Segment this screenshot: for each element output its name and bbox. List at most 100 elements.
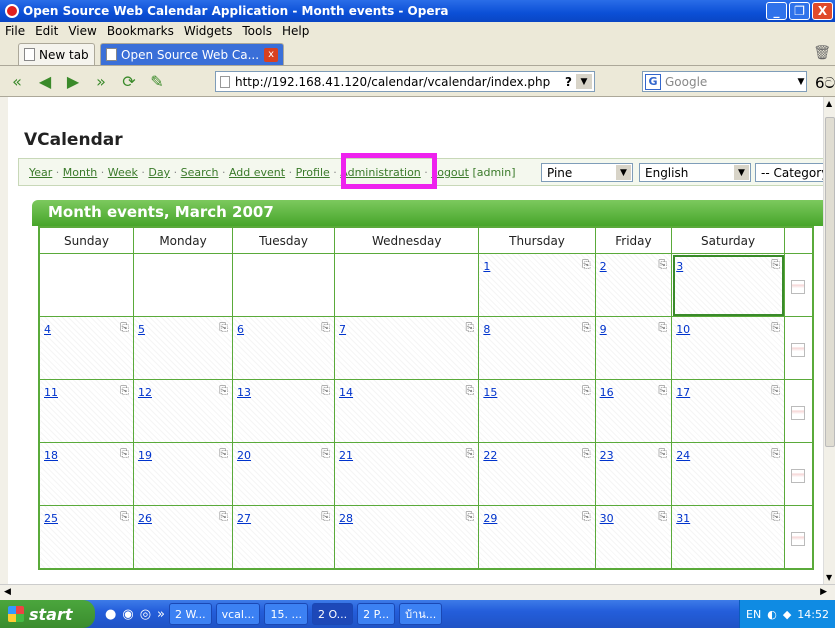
tab-calendar[interactable]: Open Source Web Ca... x xyxy=(100,43,285,65)
calendar-day-cell[interactable]: 7 ⎘ xyxy=(334,316,480,380)
media-icon[interactable]: ● xyxy=(105,607,116,622)
back-icon[interactable]: ◀ xyxy=(34,70,56,92)
add-event-icon[interactable]: ⎘ xyxy=(658,447,667,461)
menu-bookmarks[interactable]: Bookmarks xyxy=(107,24,174,38)
day-number-link[interactable]: 9 xyxy=(600,323,607,336)
scroll-left-icon[interactable]: ◀ xyxy=(4,587,11,597)
calendar-day-cell[interactable] xyxy=(232,253,336,317)
scroll-down-icon[interactable]: ▼ xyxy=(826,573,832,582)
maximize-button[interactable]: ❐ xyxy=(789,2,810,20)
add-event-icon[interactable]: ⎘ xyxy=(771,447,780,461)
language-select[interactable]: English ▼ xyxy=(639,163,751,182)
day-number-link[interactable]: 25 xyxy=(44,512,58,525)
calendar-day-cell[interactable]: 22 ⎘ xyxy=(478,442,596,506)
start-button[interactable]: start xyxy=(0,600,95,628)
calendar-day-cell[interactable]: 19 ⎘ xyxy=(132,442,234,506)
add-event-icon[interactable]: ⎘ xyxy=(120,510,129,524)
calendar-day-cell[interactable]: 26 ⎘ xyxy=(132,505,234,569)
day-number-link[interactable]: 7 xyxy=(339,323,346,336)
add-event-icon[interactable]: ⎘ xyxy=(771,321,780,335)
day-number-link[interactable]: 24 xyxy=(676,449,690,462)
week-calendar-icon[interactable] xyxy=(791,343,805,357)
scroll-up-icon[interactable]: ▲ xyxy=(826,99,832,108)
trash-icon[interactable]: 🗑 xyxy=(813,45,831,61)
menu-edit[interactable]: Edit xyxy=(35,24,58,38)
week-calendar-icon[interactable] xyxy=(791,532,805,546)
menu-help[interactable]: Help xyxy=(282,24,309,38)
day-number-link[interactable]: 20 xyxy=(237,449,251,462)
add-event-icon[interactable]: ⎘ xyxy=(321,384,330,398)
style-select[interactable]: Pine ▼ xyxy=(541,163,633,182)
add-event-icon[interactable]: ⎘ xyxy=(321,321,330,335)
calendar-day-cell[interactable]: 30 ⎘ xyxy=(594,505,673,569)
taskbar-item-programs[interactable]: 2 P... xyxy=(357,603,396,625)
day-number-link[interactable]: 18 xyxy=(44,449,58,462)
add-event-icon[interactable]: ⎘ xyxy=(658,384,667,398)
day-number-link[interactable]: 29 xyxy=(483,512,497,525)
calendar-day-cell[interactable]: 29 ⎘ xyxy=(478,505,596,569)
add-event-icon[interactable]: ⎘ xyxy=(219,321,228,335)
add-event-icon[interactable]: ⎘ xyxy=(582,258,591,272)
network-icon[interactable]: ◐ xyxy=(767,608,777,621)
edit-icon[interactable]: ✎ xyxy=(146,70,168,92)
add-event-icon[interactable]: ⎘ xyxy=(658,258,667,272)
calendar-day-cell[interactable]: 4 ⎘ xyxy=(39,316,134,380)
calendar-day-cell[interactable]: 8 ⎘ xyxy=(478,316,596,380)
calendar-day-cell[interactable]: 9 ⎘ xyxy=(594,316,673,380)
reload-icon[interactable]: ⟳ xyxy=(118,70,140,92)
week-calendar-icon[interactable] xyxy=(791,469,805,483)
add-event-icon[interactable]: ⎘ xyxy=(466,384,475,398)
calendar-day-cell[interactable]: 28 ⎘ xyxy=(334,505,480,569)
calendar-day-cell[interactable]: 17 ⎘ xyxy=(671,379,785,443)
day-number-link[interactable]: 16 xyxy=(600,386,614,399)
calendar-day-cell[interactable]: 3 ⎘ xyxy=(671,253,785,317)
vertical-scrollbar[interactable]: ▲ ▼ xyxy=(823,97,835,584)
calendar-day-cell[interactable]: 18 ⎘ xyxy=(39,442,134,506)
day-number-link[interactable]: 1 xyxy=(483,260,490,273)
forward-icon[interactable]: ▶ xyxy=(62,70,84,92)
day-number-link[interactable]: 10 xyxy=(676,323,690,336)
day-number-link[interactable]: 6 xyxy=(237,323,244,336)
browser-icon[interactable]: ◉ xyxy=(122,607,133,622)
chevron-down-icon[interactable]: ▼ xyxy=(576,74,592,89)
day-number-link[interactable]: 31 xyxy=(676,512,690,525)
day-number-link[interactable]: 14 xyxy=(339,386,353,399)
add-event-icon[interactable]: ⎘ xyxy=(120,321,129,335)
add-event-icon[interactable]: ⎘ xyxy=(120,447,129,461)
calendar-day-cell[interactable] xyxy=(132,253,234,317)
day-number-link[interactable]: 23 xyxy=(600,449,614,462)
taskbar-item-paint[interactable]: 15. ... xyxy=(264,603,308,625)
calendar-day-cell[interactable]: 12 ⎘ xyxy=(132,379,234,443)
calendar-day-cell[interactable]: 5 ⎘ xyxy=(132,316,234,380)
week-calendar-icon[interactable] xyxy=(791,280,805,294)
add-event-icon[interactable]: ⎘ xyxy=(321,510,330,524)
fast-forward-icon[interactable]: » xyxy=(90,70,112,92)
menu-file[interactable]: File xyxy=(5,24,25,38)
calendar-day-cell[interactable]: 14 ⎘ xyxy=(334,379,480,443)
add-event-icon[interactable]: ⎘ xyxy=(466,321,475,335)
calendar-day-cell[interactable]: 20 ⎘ xyxy=(232,442,336,506)
day-number-link[interactable]: 21 xyxy=(339,449,353,462)
tab-close-icon[interactable]: x xyxy=(264,47,279,62)
add-event-icon[interactable]: ⎘ xyxy=(771,258,780,272)
nav-week[interactable]: Week xyxy=(108,166,138,179)
calendar-day-cell[interactable] xyxy=(334,253,480,317)
day-number-link[interactable]: 28 xyxy=(339,512,353,525)
calendar-day-cell[interactable]: 16 ⎘ xyxy=(594,379,673,443)
day-number-link[interactable]: 13 xyxy=(237,386,251,399)
menu-widgets[interactable]: Widgets xyxy=(184,24,233,38)
add-event-icon[interactable]: ⎘ xyxy=(771,510,780,524)
add-event-icon[interactable]: ⎘ xyxy=(321,447,330,461)
add-event-icon[interactable]: ⎘ xyxy=(771,384,780,398)
scroll-right-icon[interactable]: ▶ xyxy=(820,587,827,597)
more-chevron-icon[interactable]: » xyxy=(157,607,165,622)
calendar-day-cell[interactable]: 11 ⎘ xyxy=(39,379,134,443)
day-number-link[interactable]: 5 xyxy=(138,323,145,336)
add-event-icon[interactable]: ⎘ xyxy=(120,384,129,398)
calendar-day-cell[interactable]: 24 ⎘ xyxy=(671,442,785,506)
add-event-icon[interactable]: ⎘ xyxy=(582,321,591,335)
calendar-day-cell[interactable]: 31 ⎘ xyxy=(671,505,785,569)
week-calendar-icon[interactable] xyxy=(791,406,805,420)
calendar-day-cell[interactable]: 10 ⎘ xyxy=(671,316,785,380)
nav-profile[interactable]: Profile xyxy=(296,166,330,179)
